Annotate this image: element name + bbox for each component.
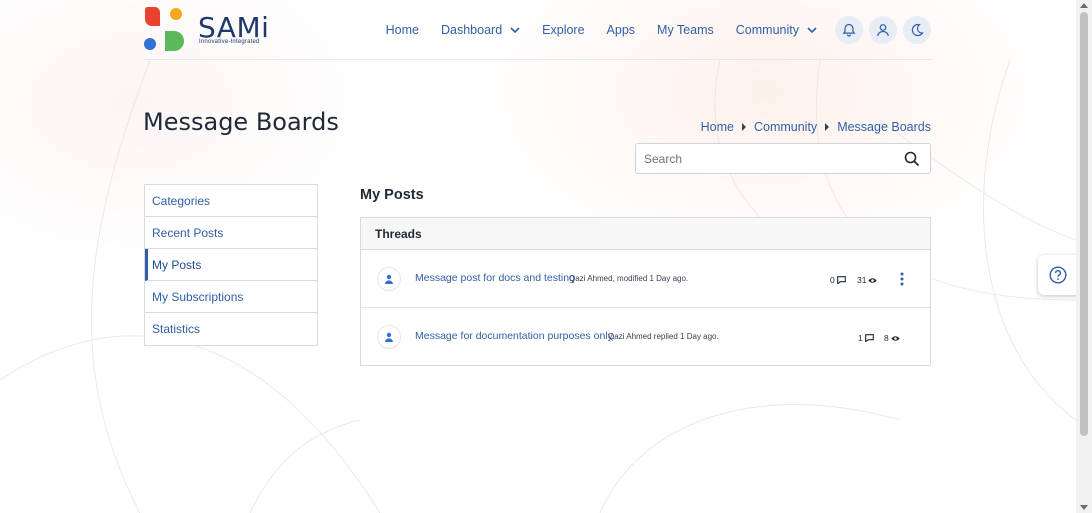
more-options-icon[interactable]: [899, 272, 905, 286]
thread-row: Message post for docs and testing Qazi A…: [361, 250, 930, 308]
threads-header: Threads: [361, 218, 930, 250]
nav-home[interactable]: Home: [386, 23, 419, 37]
moon-icon: [911, 23, 924, 37]
board-sidebar: Categories Recent Posts My Posts My Subs…: [144, 184, 318, 346]
nav-my-teams[interactable]: My Teams: [657, 23, 714, 37]
scroll-up-arrow-icon[interactable]: [1080, 3, 1088, 8]
scroll-down-arrow-icon[interactable]: [1080, 505, 1088, 510]
account-button[interactable]: [869, 16, 897, 44]
theme-toggle-button[interactable]: [903, 16, 931, 44]
sidebar-item-recent-posts[interactable]: Recent Posts: [145, 217, 317, 249]
breadcrumb-home[interactable]: Home: [701, 120, 734, 134]
view-count-value: 31: [857, 275, 867, 285]
logo-mark-icon: [144, 7, 184, 51]
nav-apps[interactable]: Apps: [607, 23, 636, 37]
main-nav: Home Dashboard Explore Apps My Teams Com…: [386, 14, 931, 46]
top-header: SAMi Innovative-Integrated Home Dashboar…: [143, 0, 931, 60]
comment-icon: [864, 334, 874, 342]
thread-meta: Qazi Ahmed, modified 1 Day ago.: [569, 274, 689, 283]
avatar: [377, 267, 401, 291]
avatar: [377, 325, 401, 349]
search-icon[interactable]: [904, 151, 920, 167]
nav-dashboard[interactable]: Dashboard: [441, 23, 520, 37]
caret-right-icon: [825, 123, 830, 131]
comment-icon: [836, 276, 846, 284]
chevron-down-icon: [510, 27, 520, 34]
reply-count-value: 1: [858, 333, 863, 343]
search-box: [635, 143, 931, 174]
caret-right-icon: [741, 123, 746, 131]
nav-explore[interactable]: Explore: [542, 23, 584, 37]
breadcrumb: Home Community Message Boards: [701, 120, 931, 134]
view-count-value: 8: [884, 333, 889, 343]
eye-icon: [891, 335, 900, 341]
breadcrumb-message-boards[interactable]: Message Boards: [837, 120, 931, 134]
nav-dashboard-label: Dashboard: [441, 23, 503, 37]
reply-count: 0: [830, 275, 846, 285]
user-icon: [385, 274, 393, 284]
bell-icon: [842, 23, 856, 37]
thread-meta: Qazi Ahmed replied 1 Day ago.: [608, 332, 719, 341]
eye-icon: [868, 277, 878, 283]
nav-community-label: Community: [735, 23, 799, 37]
reply-count-value: 0: [830, 275, 835, 285]
page: SAMi Innovative-Integrated Home Dashboar…: [0, 0, 1078, 513]
view-count: 8: [884, 333, 900, 343]
help-icon: [1049, 266, 1067, 284]
thread-title-link[interactable]: Message post for docs and testing: [415, 272, 575, 284]
chevron-down-icon: [807, 27, 817, 34]
thread-title-link[interactable]: Message for documentation purposes only.: [415, 330, 615, 342]
view-count: 31: [857, 275, 878, 285]
threads-panel: Threads Message post for docs and testin…: [360, 217, 931, 366]
sidebar-item-my-posts[interactable]: My Posts: [145, 249, 317, 281]
thread-row: Message for documentation purposes only.…: [361, 308, 930, 366]
brand-tagline: Innovative-Integrated: [199, 39, 260, 45]
sidebar-item-statistics[interactable]: Statistics: [145, 313, 317, 345]
user-icon: [385, 332, 393, 342]
nav-community[interactable]: Community: [736, 23, 817, 37]
page-title: Message Boards: [143, 108, 339, 136]
sidebar-item-my-subscriptions[interactable]: My Subscriptions: [145, 281, 317, 313]
user-icon: [877, 24, 889, 37]
reply-count: 1: [858, 333, 874, 343]
scrollbar-thumb[interactable]: [1080, 12, 1088, 436]
section-title: My Posts: [360, 187, 424, 203]
sidebar-item-categories[interactable]: Categories: [145, 185, 317, 217]
vertical-scrollbar[interactable]: [1076, 0, 1092, 513]
brand-logo[interactable]: SAMi Innovative-Integrated: [143, 5, 273, 53]
breadcrumb-community[interactable]: Community: [754, 120, 817, 134]
notifications-button[interactable]: [835, 16, 863, 44]
search-input[interactable]: [636, 144, 896, 173]
help-button[interactable]: [1038, 255, 1078, 295]
